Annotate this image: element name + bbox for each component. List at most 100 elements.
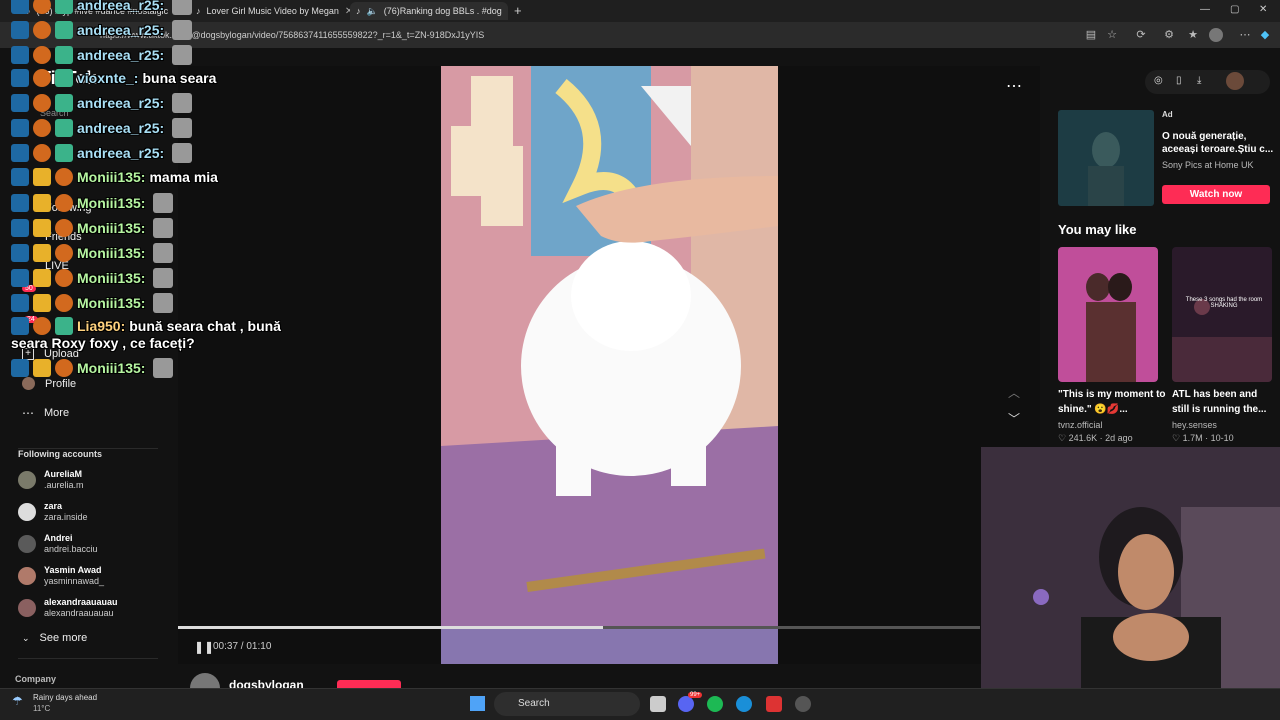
- ad-thumbnail[interactable]: [1058, 110, 1154, 206]
- chat-message: andreea_r25:: [11, 45, 193, 65]
- browser-tab[interactable]: ♪ Lover Girl Music Video by Megan ✕: [190, 2, 350, 20]
- extensions-icon[interactable]: ⚙: [1162, 28, 1176, 42]
- chat-message: Moniii135:: [11, 268, 174, 288]
- chat-username[interactable]: Moniii135:: [77, 220, 145, 236]
- badge-icon: [33, 46, 51, 64]
- chat-message: Moniii135:: [11, 193, 174, 213]
- emote-icon: [172, 45, 193, 65]
- task-view-icon[interactable]: [650, 696, 666, 712]
- chat-username[interactable]: andreea_r25:: [77, 22, 164, 38]
- app-icon[interactable]: [766, 696, 782, 712]
- chat-text: seara Roxy foxy , ce faceți?: [11, 335, 195, 351]
- badge-icon: [11, 294, 29, 312]
- badge-icon: [55, 94, 73, 112]
- next-video-icon[interactable]: ﹀: [1008, 410, 1020, 427]
- more-options-icon[interactable]: ⋯: [1006, 76, 1022, 96]
- recommended-video-caption[interactable]: ATL has been and still is running the...: [1172, 387, 1272, 417]
- chat-username[interactable]: Moniii135:: [77, 169, 145, 185]
- start-icon[interactable]: [470, 696, 485, 711]
- weather-icon[interactable]: ☂: [12, 694, 23, 708]
- profile-avatar[interactable]: [1209, 28, 1223, 42]
- spotify-icon[interactable]: [707, 696, 723, 712]
- chat-message: Moniii135: mama mia: [11, 168, 218, 186]
- following-account[interactable]: Yasmin Awad yasminnawad_: [18, 565, 104, 587]
- author-name[interactable]: dogsbylogan: [229, 678, 304, 688]
- company-link[interactable]: Company: [15, 674, 56, 684]
- chat-username[interactable]: andreea_r25:: [77, 0, 164, 13]
- badge-icon: [11, 69, 29, 87]
- video-frame[interactable]: [441, 66, 778, 664]
- obs-icon[interactable]: [795, 696, 811, 712]
- favorites-icon[interactable]: ★: [1186, 28, 1200, 42]
- follow-button[interactable]: [337, 680, 401, 688]
- reader-icon[interactable]: ▤: [1084, 28, 1098, 42]
- badge-icon: [55, 119, 73, 137]
- weather-title[interactable]: Rainy days ahead: [33, 693, 97, 702]
- chat-username[interactable]: Moniii135:: [77, 195, 145, 211]
- sidebar-item-profile[interactable]: Profile: [22, 377, 76, 390]
- menu-icon[interactable]: ⋯: [1238, 28, 1252, 42]
- see-more-button[interactable]: ⌄ See more: [22, 632, 87, 644]
- download-icon[interactable]: ⤓: [1197, 75, 1201, 86]
- chat-username[interactable]: Moniii135:: [77, 245, 145, 261]
- chat-username[interactable]: vioxnte_:: [77, 70, 138, 86]
- favorite-star-icon[interactable]: ☆: [1105, 28, 1119, 42]
- badge-icon: [55, 359, 73, 377]
- recommended-video-thumbnail[interactable]: [1058, 247, 1158, 382]
- following-account[interactable]: zara zara.inside: [18, 501, 88, 523]
- extension-icon[interactable]: ⟳: [1134, 28, 1148, 42]
- maximize-button[interactable]: ▢: [1230, 4, 1239, 15]
- avatar: [18, 535, 36, 553]
- chat-username[interactable]: andreea_r25:: [77, 120, 164, 136]
- ad-label: Ad: [1162, 110, 1173, 119]
- emote-icon: [153, 293, 174, 313]
- progress-bar[interactable]: [178, 626, 980, 629]
- chat-username[interactable]: Moniii135:: [77, 270, 145, 286]
- recommended-video-author[interactable]: tvnz.official: [1058, 420, 1102, 430]
- previous-video-icon[interactable]: ︿: [1008, 384, 1020, 401]
- chat-message: vioxnte_: buna seara: [11, 69, 216, 87]
- ad-title[interactable]: O nouă generație, aceeași teroare.Știu c…: [1162, 130, 1274, 156]
- minimize-button[interactable]: —: [1200, 4, 1210, 15]
- badge-icon: [55, 46, 73, 64]
- edge-icon[interactable]: [736, 696, 752, 712]
- discord-icon[interactable]: [678, 696, 694, 712]
- webcam-feed: [981, 447, 1280, 720]
- copilot-icon[interactable]: ◆: [1258, 28, 1272, 42]
- badge-icon: [33, 119, 51, 137]
- emote-icon: [172, 143, 193, 163]
- ad-sponsor: Sony Pics at Home UK: [1162, 160, 1254, 170]
- compass-icon[interactable]: ◎: [1154, 75, 1163, 86]
- badge-icon: [55, 294, 73, 312]
- recommended-video-author[interactable]: hey.senses: [1172, 420, 1217, 430]
- avatar[interactable]: [1226, 72, 1244, 90]
- chat-username[interactable]: andreea_r25:: [77, 47, 164, 63]
- recommended-video-thumbnail[interactable]: These 3 songs had the room SHAKING: [1172, 247, 1272, 382]
- chat-username[interactable]: Lia950:: [77, 318, 125, 334]
- badge-icon: [55, 0, 73, 14]
- new-tab-button[interactable]: +: [514, 3, 522, 18]
- badge-icon: [33, 219, 51, 237]
- badge-icon: [11, 119, 29, 137]
- url-field[interactable]: https://www.tiktok.com/@dogsbylogan/vide…: [100, 26, 1100, 44]
- notification-badge: 99+: [688, 692, 703, 698]
- device-icon[interactable]: ▯: [1176, 75, 1182, 86]
- following-account[interactable]: Andrei andrei.bacciu: [18, 533, 98, 555]
- sidebar-item-more[interactable]: ⋯ More: [22, 406, 69, 420]
- taskbar-search[interactable]: Search: [494, 692, 640, 716]
- pause-icon[interactable]: ❚❚: [194, 640, 214, 654]
- following-account[interactable]: AureliaM .aurelia.m: [18, 469, 84, 491]
- chat-message: seara Roxy foxy , ce faceți?: [11, 335, 195, 351]
- browser-tab-active[interactable]: ♪ 🔈 (76)Ranking dog BBLs . #dog ✕: [350, 2, 508, 20]
- badge-icon: [11, 168, 29, 186]
- watch-now-button[interactable]: Watch now: [1162, 185, 1270, 204]
- close-window-button[interactable]: ✕: [1259, 4, 1267, 15]
- chat-message: andreea_r25:: [11, 93, 193, 113]
- chat-username[interactable]: Moniii135:: [77, 360, 145, 376]
- chat-username[interactable]: andreea_r25:: [77, 145, 164, 161]
- recommended-video-caption[interactable]: "This is my moment to shine." 😮💋...: [1058, 387, 1168, 417]
- chat-username[interactable]: andreea_r25:: [77, 95, 164, 111]
- chat-username[interactable]: Moniii135:: [77, 295, 145, 311]
- following-account[interactable]: alexandraauauau alexandraauauau: [18, 597, 118, 619]
- badge-icon: [33, 69, 51, 87]
